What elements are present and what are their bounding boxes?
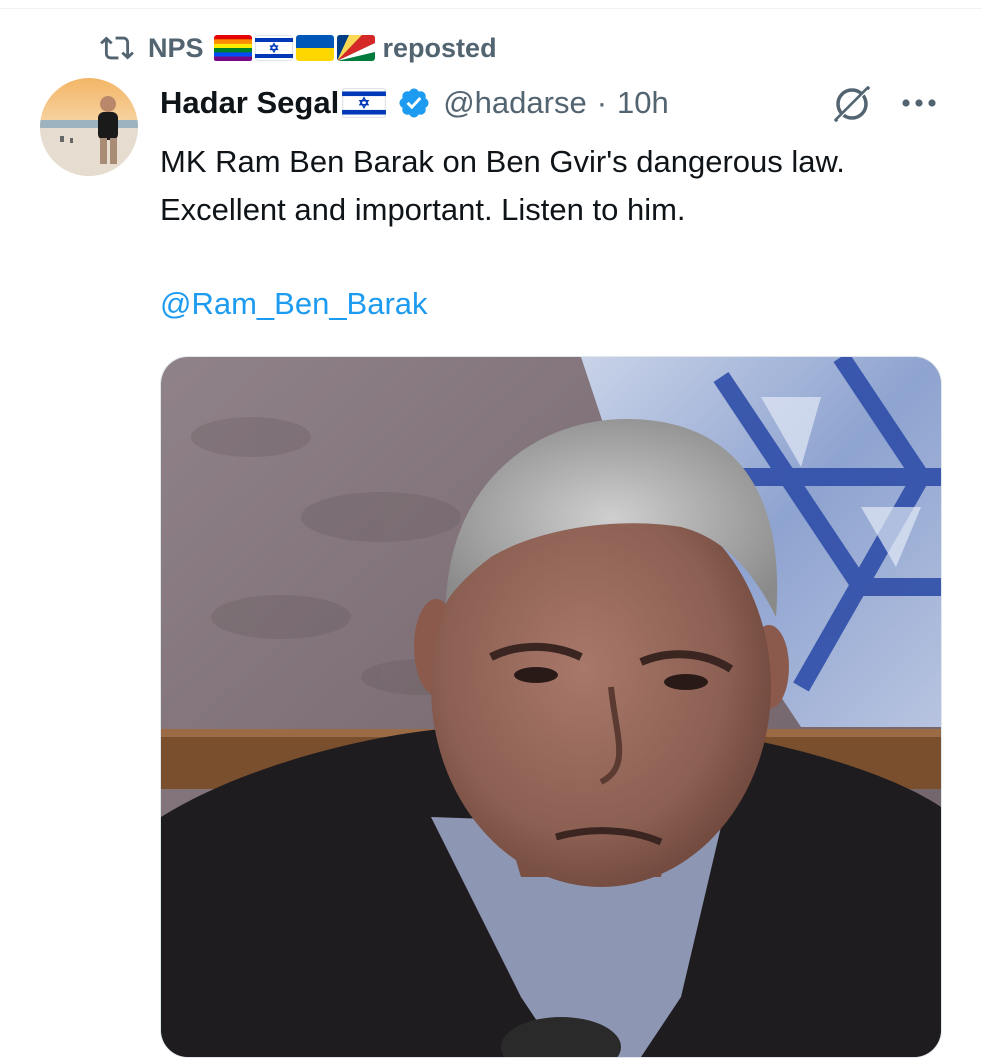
avatar-photo — [40, 78, 138, 176]
video-thumbnail — [161, 357, 941, 1057]
israel-flag-icon — [342, 88, 387, 118]
more-options-icon[interactable] — [900, 96, 938, 110]
top-divider — [0, 8, 982, 9]
rainbow-flag-icon — [213, 35, 252, 61]
tweet-timestamp[interactable]: 10h — [617, 85, 669, 121]
repost-label: reposted — [382, 32, 497, 63]
mention-link[interactable]: @Ram_Ben_Barak — [160, 280, 428, 328]
separator-dot: · — [596, 85, 608, 120]
reposter-flags — [213, 35, 375, 61]
repost-icon — [100, 36, 134, 60]
ukraine-flag-icon — [295, 35, 334, 61]
author-handle[interactable]: @hadarse — [443, 85, 587, 121]
tweet-header: Hadar Segal @hadarse · 10h — [160, 80, 669, 126]
tweet-text-line: MK Ram Ben Barak on Ben Gvir's dangerous… — [160, 144, 845, 179]
repost-context[interactable]: NPS reposted — [100, 28, 497, 68]
tweet-text-line: Excellent and important. Listen to him. — [160, 192, 686, 227]
author-display-name[interactable]: Hadar Segal — [160, 85, 339, 121]
author-avatar[interactable] — [40, 78, 138, 176]
tweet-text: MK Ram Ben Barak on Ben Gvir's dangerous… — [160, 138, 940, 234]
grok-icon[interactable] — [830, 82, 874, 126]
reposter-name[interactable]: NPS — [148, 33, 204, 64]
verified-badge-icon[interactable] — [397, 86, 431, 120]
israel-flag-icon — [254, 35, 293, 61]
tweet-media-video[interactable] — [160, 356, 942, 1058]
seychelles-flag-icon — [336, 35, 375, 61]
